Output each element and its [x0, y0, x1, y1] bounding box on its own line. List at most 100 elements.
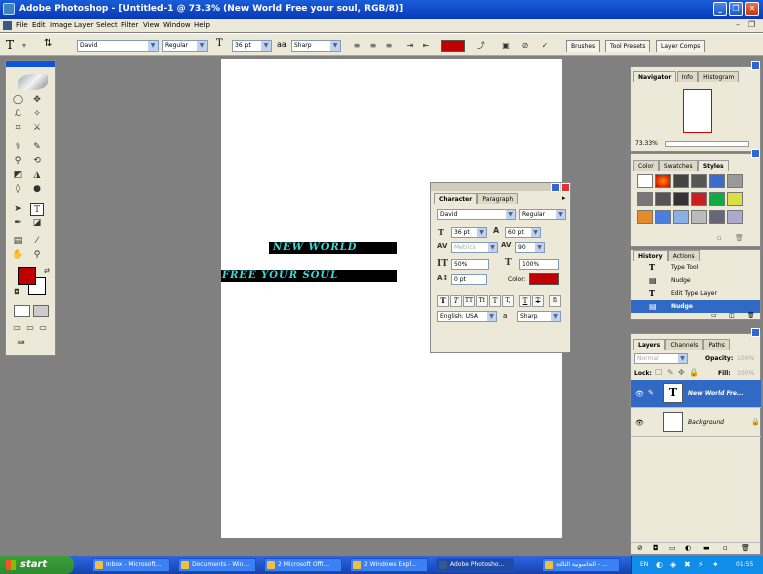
style-none-swatch[interactable]: [637, 174, 653, 188]
navigator-zoom-value[interactable]: 73.33%: [635, 140, 658, 147]
align-right-icon[interactable]: ≡: [382, 39, 396, 52]
style-swatch[interactable]: [655, 210, 671, 224]
font-family-select[interactable]: David ▼: [77, 40, 159, 52]
type-tool-icon[interactable]: T: [6, 38, 14, 52]
delete-state-icon[interactable]: 🗑: [747, 312, 755, 319]
text-orientation-icon[interactable]: ⇅: [44, 38, 52, 49]
eyedropper-tool-icon[interactable]: ⁄: [30, 235, 44, 248]
tab-styles[interactable]: Styles: [697, 160, 729, 171]
quick-mask-mode-button[interactable]: [33, 305, 49, 317]
move-tool-icon[interactable]: ✥: [30, 94, 44, 107]
warp-text-icon[interactable]: ⤴: [474, 39, 488, 52]
menu-help[interactable]: Help: [194, 21, 210, 29]
history-item[interactable]: ▤ Nudge: [631, 274, 760, 287]
character-font-style-select[interactable]: Regular ▼: [519, 209, 566, 220]
menu-select[interactable]: Select: [96, 21, 118, 29]
tab-paths[interactable]: Paths: [703, 339, 730, 350]
layer-mask-icon[interactable]: ▭: [669, 544, 676, 552]
clone-stamp-tool-icon[interactable]: ⚲: [11, 155, 25, 168]
language-select[interactable]: English: USA ▼: [437, 311, 497, 322]
link-layers-icon[interactable]: ⊘: [637, 544, 643, 552]
blur-tool-icon[interactable]: ◊: [11, 183, 25, 196]
lasso-tool-icon[interactable]: ℒ: [11, 108, 25, 121]
style-swatch[interactable]: [637, 192, 653, 206]
notes-tool-icon[interactable]: ▤: [11, 235, 25, 248]
volume-icon[interactable]: ✦: [712, 556, 719, 574]
history-item[interactable]: T Edit Type Layer: [631, 287, 760, 300]
crop-tool-icon[interactable]: ⌗: [11, 122, 25, 135]
tab-histogram[interactable]: Histogram: [698, 71, 740, 82]
all-caps-button[interactable]: TT: [463, 295, 475, 307]
taskbar-item-explorer[interactable]: 2 Windows Expl...: [350, 558, 428, 572]
style-swatch[interactable]: [709, 210, 725, 224]
help-icon[interactable]: ◐: [656, 556, 663, 574]
adobe-feather-icon[interactable]: [18, 74, 48, 90]
new-style-icon[interactable]: ▫: [717, 234, 722, 242]
character-antialias-select[interactable]: Sharp ▼: [517, 311, 561, 322]
style-swatch[interactable]: [727, 210, 743, 224]
type-tool-icon[interactable]: T: [30, 203, 44, 216]
eye-icon[interactable]: 👁: [635, 390, 644, 398]
marquee-tool-icon[interactable]: ◯: [11, 94, 25, 107]
style-swatch[interactable]: [709, 174, 725, 188]
style-swatch[interactable]: [691, 174, 707, 188]
style-swatch[interactable]: [637, 210, 653, 224]
superscript-button[interactable]: T: [489, 295, 501, 307]
slice-tool-icon[interactable]: ⚔: [30, 122, 44, 135]
commit-edit-icon[interactable]: ✓: [538, 39, 552, 52]
new-group-icon[interactable]: ▬: [703, 544, 710, 552]
new-layer-icon[interactable]: ▫: [723, 544, 728, 552]
small-caps-button[interactable]: Tt: [476, 295, 488, 307]
panel-menu-arrow-icon[interactable]: ▸: [562, 194, 566, 202]
kerning-select[interactable]: Metrics ▼: [451, 242, 498, 253]
tab-info[interactable]: Info: [676, 71, 698, 82]
minimize-panel-icon[interactable]: [751, 61, 760, 70]
tool-presets-tab[interactable]: Tool Presets: [605, 40, 651, 52]
lock-pixels-icon[interactable]: ✎: [667, 368, 674, 377]
menu-layer[interactable]: Layer: [74, 21, 94, 29]
network-icon[interactable]: ⚡: [698, 556, 704, 574]
history-item-selected[interactable]: ▤ Nudge: [631, 300, 760, 313]
style-swatch[interactable]: [655, 192, 671, 206]
tab-channels[interactable]: Channels: [665, 339, 704, 350]
menu-filter[interactable]: Filter: [121, 21, 138, 29]
menu-window[interactable]: Window: [163, 21, 191, 29]
style-swatch[interactable]: [691, 210, 707, 224]
style-swatch[interactable]: [727, 174, 743, 188]
ligatures-button[interactable]: fi: [549, 295, 561, 307]
eraser-tool-icon[interactable]: ◩: [11, 169, 25, 182]
tab-color[interactable]: Color: [633, 160, 659, 171]
tab-history[interactable]: History: [633, 250, 668, 261]
style-swatch[interactable]: [691, 192, 707, 206]
align-center-icon[interactable]: ≡: [366, 39, 380, 52]
character-panel-header[interactable]: [431, 183, 570, 191]
adjustment-layer-icon[interactable]: ◐: [685, 544, 691, 552]
tab-character[interactable]: Character: [434, 193, 478, 204]
rtl-direction-icon[interactable]: ⇤: [419, 39, 433, 52]
screen-mode-standard-icon[interactable]: ▭: [10, 321, 24, 334]
opacity-value[interactable]: 100%: [737, 355, 754, 362]
tab-layers[interactable]: Layers: [633, 339, 666, 350]
style-swatch[interactable]: [655, 174, 671, 188]
jump-to-imageready-icon[interactable]: ⇛: [14, 337, 28, 350]
standard-mode-button[interactable]: [14, 305, 30, 317]
canvas-text-line-2[interactable]: FREE YOUR SOUL: [221, 270, 397, 282]
brush-link-icon[interactable]: ✎: [648, 389, 654, 397]
path-selection-tool-icon[interactable]: ➤: [11, 203, 25, 216]
screen-mode-full-icon[interactable]: ▭: [36, 321, 50, 334]
new-document-icon[interactable]: ▭: [711, 312, 717, 319]
font-style-select[interactable]: Regular ▼: [162, 40, 208, 52]
menu-view[interactable]: View: [143, 21, 160, 29]
menu-file[interactable]: File: [16, 21, 28, 29]
custom-shape-tool-icon[interactable]: ◪: [30, 217, 44, 230]
delete-style-icon[interactable]: 🗑: [735, 234, 744, 242]
align-left-icon[interactable]: ≡: [350, 39, 364, 52]
menu-image[interactable]: Image: [50, 21, 72, 29]
lock-transparency-icon[interactable]: ☐: [655, 368, 662, 377]
cancel-edit-icon[interactable]: ⊘: [518, 39, 532, 52]
close-panel-icon[interactable]: [561, 183, 570, 192]
style-swatch[interactable]: [673, 210, 689, 224]
blend-mode-select[interactable]: Normal ▼: [634, 353, 688, 364]
layer-name[interactable]: New World Fre...: [688, 390, 744, 397]
magic-wand-tool-icon[interactable]: ✧: [30, 108, 44, 121]
